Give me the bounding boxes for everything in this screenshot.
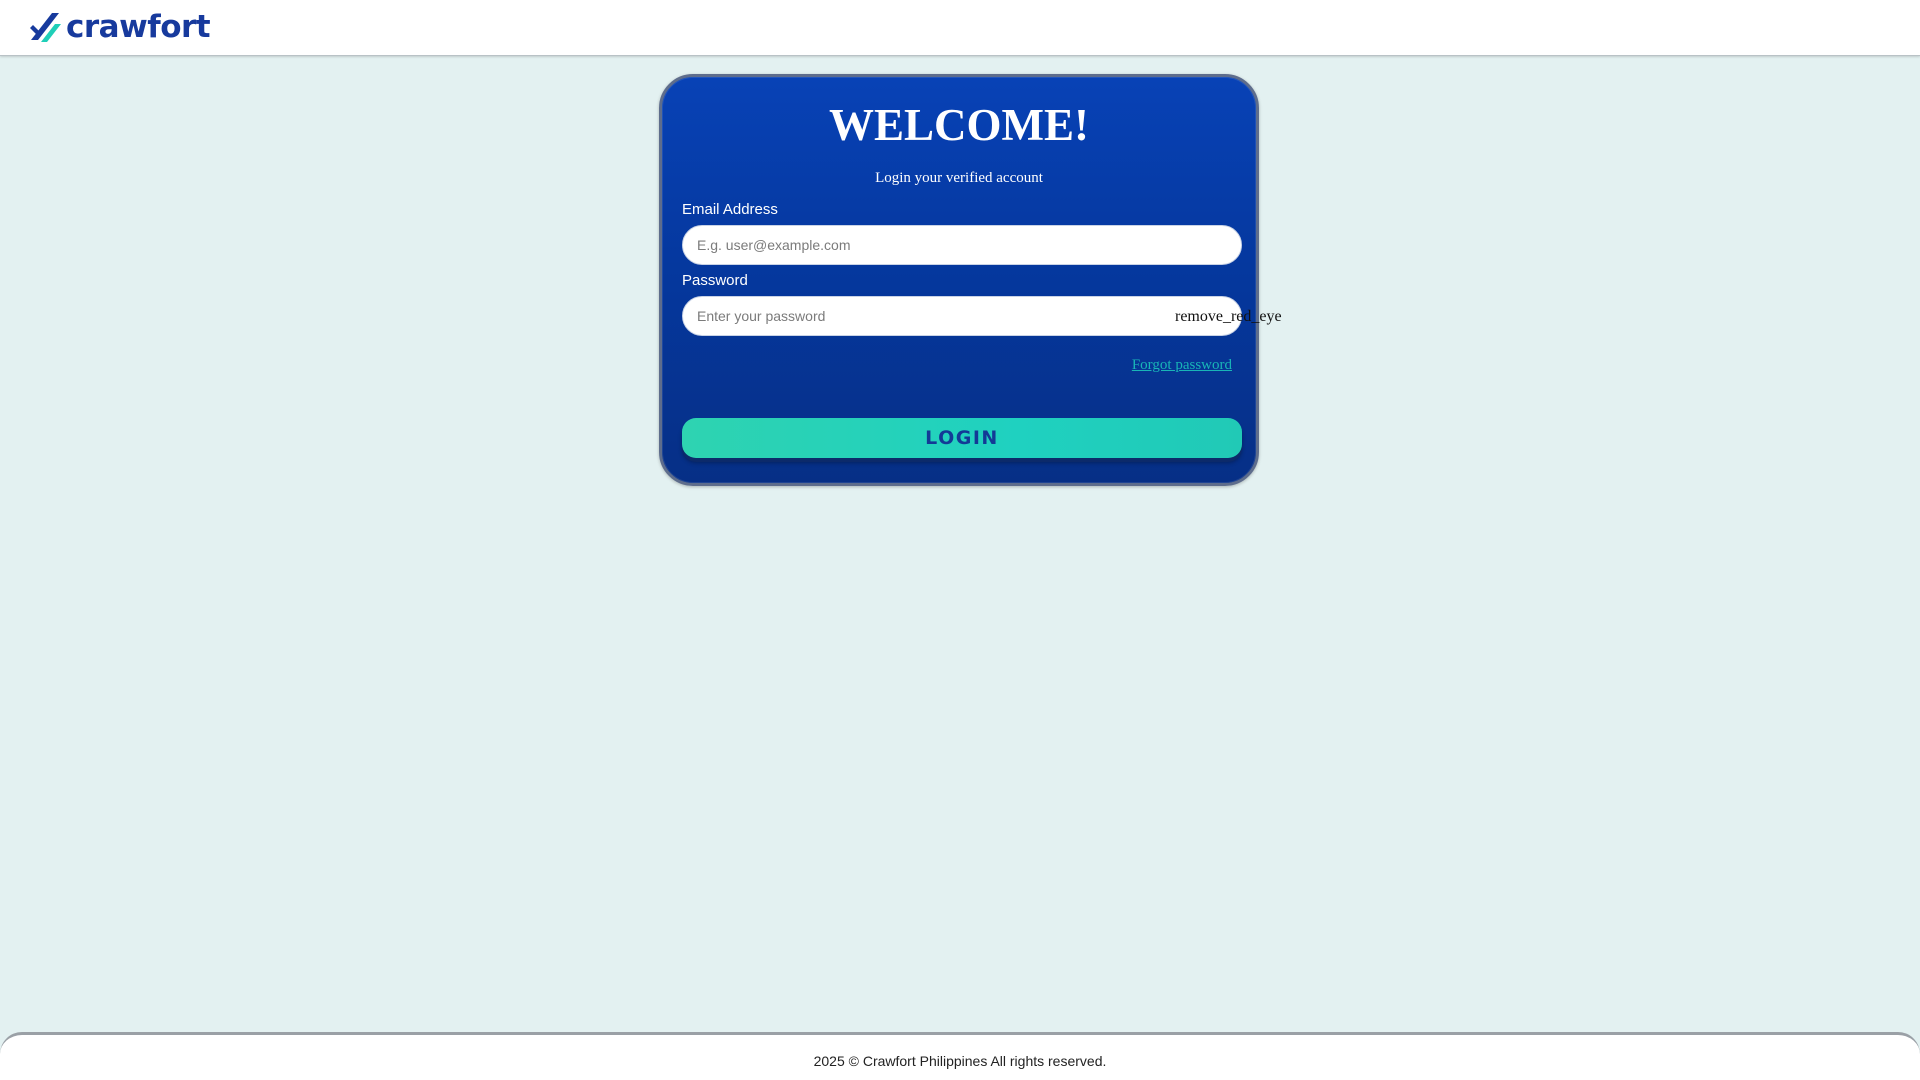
- welcome-title: WELCOME!: [828, 100, 1089, 150]
- logo-text: crawfort: [66, 8, 211, 45]
- login-subtitle: Login your verified account: [875, 170, 1043, 186]
- crawfort-logo[interactable]: crawfort: [30, 8, 211, 45]
- email-input[interactable]: [697, 226, 1217, 264]
- password-input[interactable]: [697, 297, 1217, 335]
- footer: 2025 © Crawfort Philippines All rights r…: [0, 1032, 1920, 1080]
- login-button[interactable]: LOGIN: [682, 418, 1242, 458]
- password-label: Password: [682, 272, 748, 289]
- login-card: WELCOME! Login your verified account Ema…: [659, 74, 1282, 486]
- top-navbar: crawfort: [0, 0, 1920, 56]
- forgot-password-link[interactable]: Forgot password: [1132, 357, 1232, 374]
- email-field-wrapper: [682, 225, 1242, 265]
- email-label: Email Address: [682, 201, 778, 218]
- footer-copyright: 2025 © Crawfort Philippines All rights r…: [813, 1053, 1107, 1069]
- crawfort-slash-logo-icon: [30, 13, 61, 42]
- show-password-eye-icon[interactable]: remove_red_eye: [1175, 308, 1282, 326]
- password-field-wrapper: remove_red_eye: [682, 296, 1282, 336]
